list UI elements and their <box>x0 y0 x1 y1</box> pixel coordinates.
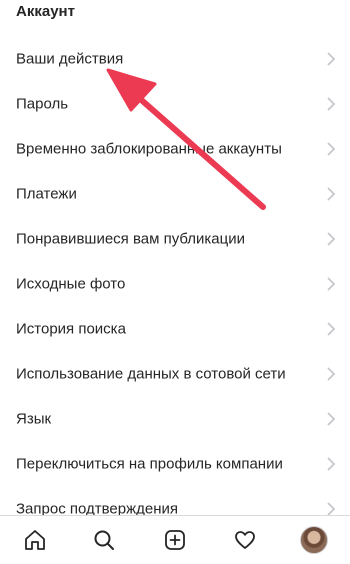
menu-item-label: Использование данных в сотовой сети <box>16 365 286 382</box>
chevron-right-icon <box>327 366 336 381</box>
chevron-right-icon <box>327 51 336 66</box>
tab-home[interactable] <box>20 525 50 555</box>
section-title: Аккаунт <box>16 3 75 20</box>
heart-icon <box>235 531 255 549</box>
menu-item-label: Язык <box>16 410 52 427</box>
menu-item-your-activity[interactable]: Ваши действия <box>0 36 350 81</box>
bottom-tab-bar <box>0 515 350 564</box>
chevron-right-icon <box>327 276 336 291</box>
chevron-right-icon <box>327 231 336 246</box>
chevron-right-icon <box>327 321 336 336</box>
account-menu-list: Ваши действия Пароль Временно заблокиров… <box>0 36 350 531</box>
tab-new-post[interactable] <box>160 525 190 555</box>
account-settings-screen: Аккаунт Ваши действия Пароль Временно за… <box>0 0 350 564</box>
menu-item-label: Понравившиеся вам публикации <box>16 230 245 247</box>
menu-item-cellular-data-use[interactable]: Использование данных в сотовой сети <box>0 351 350 396</box>
menu-item-label: Исходные фото <box>16 275 126 292</box>
tab-profile[interactable] <box>299 525 329 555</box>
menu-item-search-history[interactable]: История поиска <box>0 306 350 351</box>
menu-item-blocked-accounts[interactable]: Временно заблокированные аккаунты <box>0 126 350 171</box>
chevron-right-icon <box>327 411 336 426</box>
tab-search[interactable] <box>89 525 119 555</box>
chevron-right-icon <box>327 456 336 471</box>
menu-item-payments[interactable]: Платежи <box>0 171 350 216</box>
chevron-right-icon <box>327 96 336 111</box>
home-icon <box>25 530 45 550</box>
menu-item-label: Переключиться на профиль компании <box>16 455 283 472</box>
menu-item-password[interactable]: Пароль <box>0 81 350 126</box>
menu-item-language[interactable]: Язык <box>0 396 350 441</box>
menu-item-liked-posts[interactable]: Понравившиеся вам публикации <box>0 216 350 261</box>
menu-item-label: Временно заблокированные аккаунты <box>16 140 282 157</box>
add-post-icon <box>165 530 185 550</box>
menu-item-label: Ваши действия <box>16 50 124 67</box>
menu-item-label: Пароль <box>16 95 69 112</box>
profile-avatar <box>300 526 328 554</box>
menu-item-original-photos[interactable]: Исходные фото <box>0 261 350 306</box>
chevron-right-icon <box>327 141 336 156</box>
tab-activity[interactable] <box>230 525 260 555</box>
menu-item-switch-to-business[interactable]: Переключиться на профиль компании <box>0 441 350 486</box>
search-icon <box>94 530 114 550</box>
menu-item-label: История поиска <box>16 320 126 337</box>
menu-item-label: Платежи <box>16 185 77 202</box>
chevron-right-icon <box>327 186 336 201</box>
